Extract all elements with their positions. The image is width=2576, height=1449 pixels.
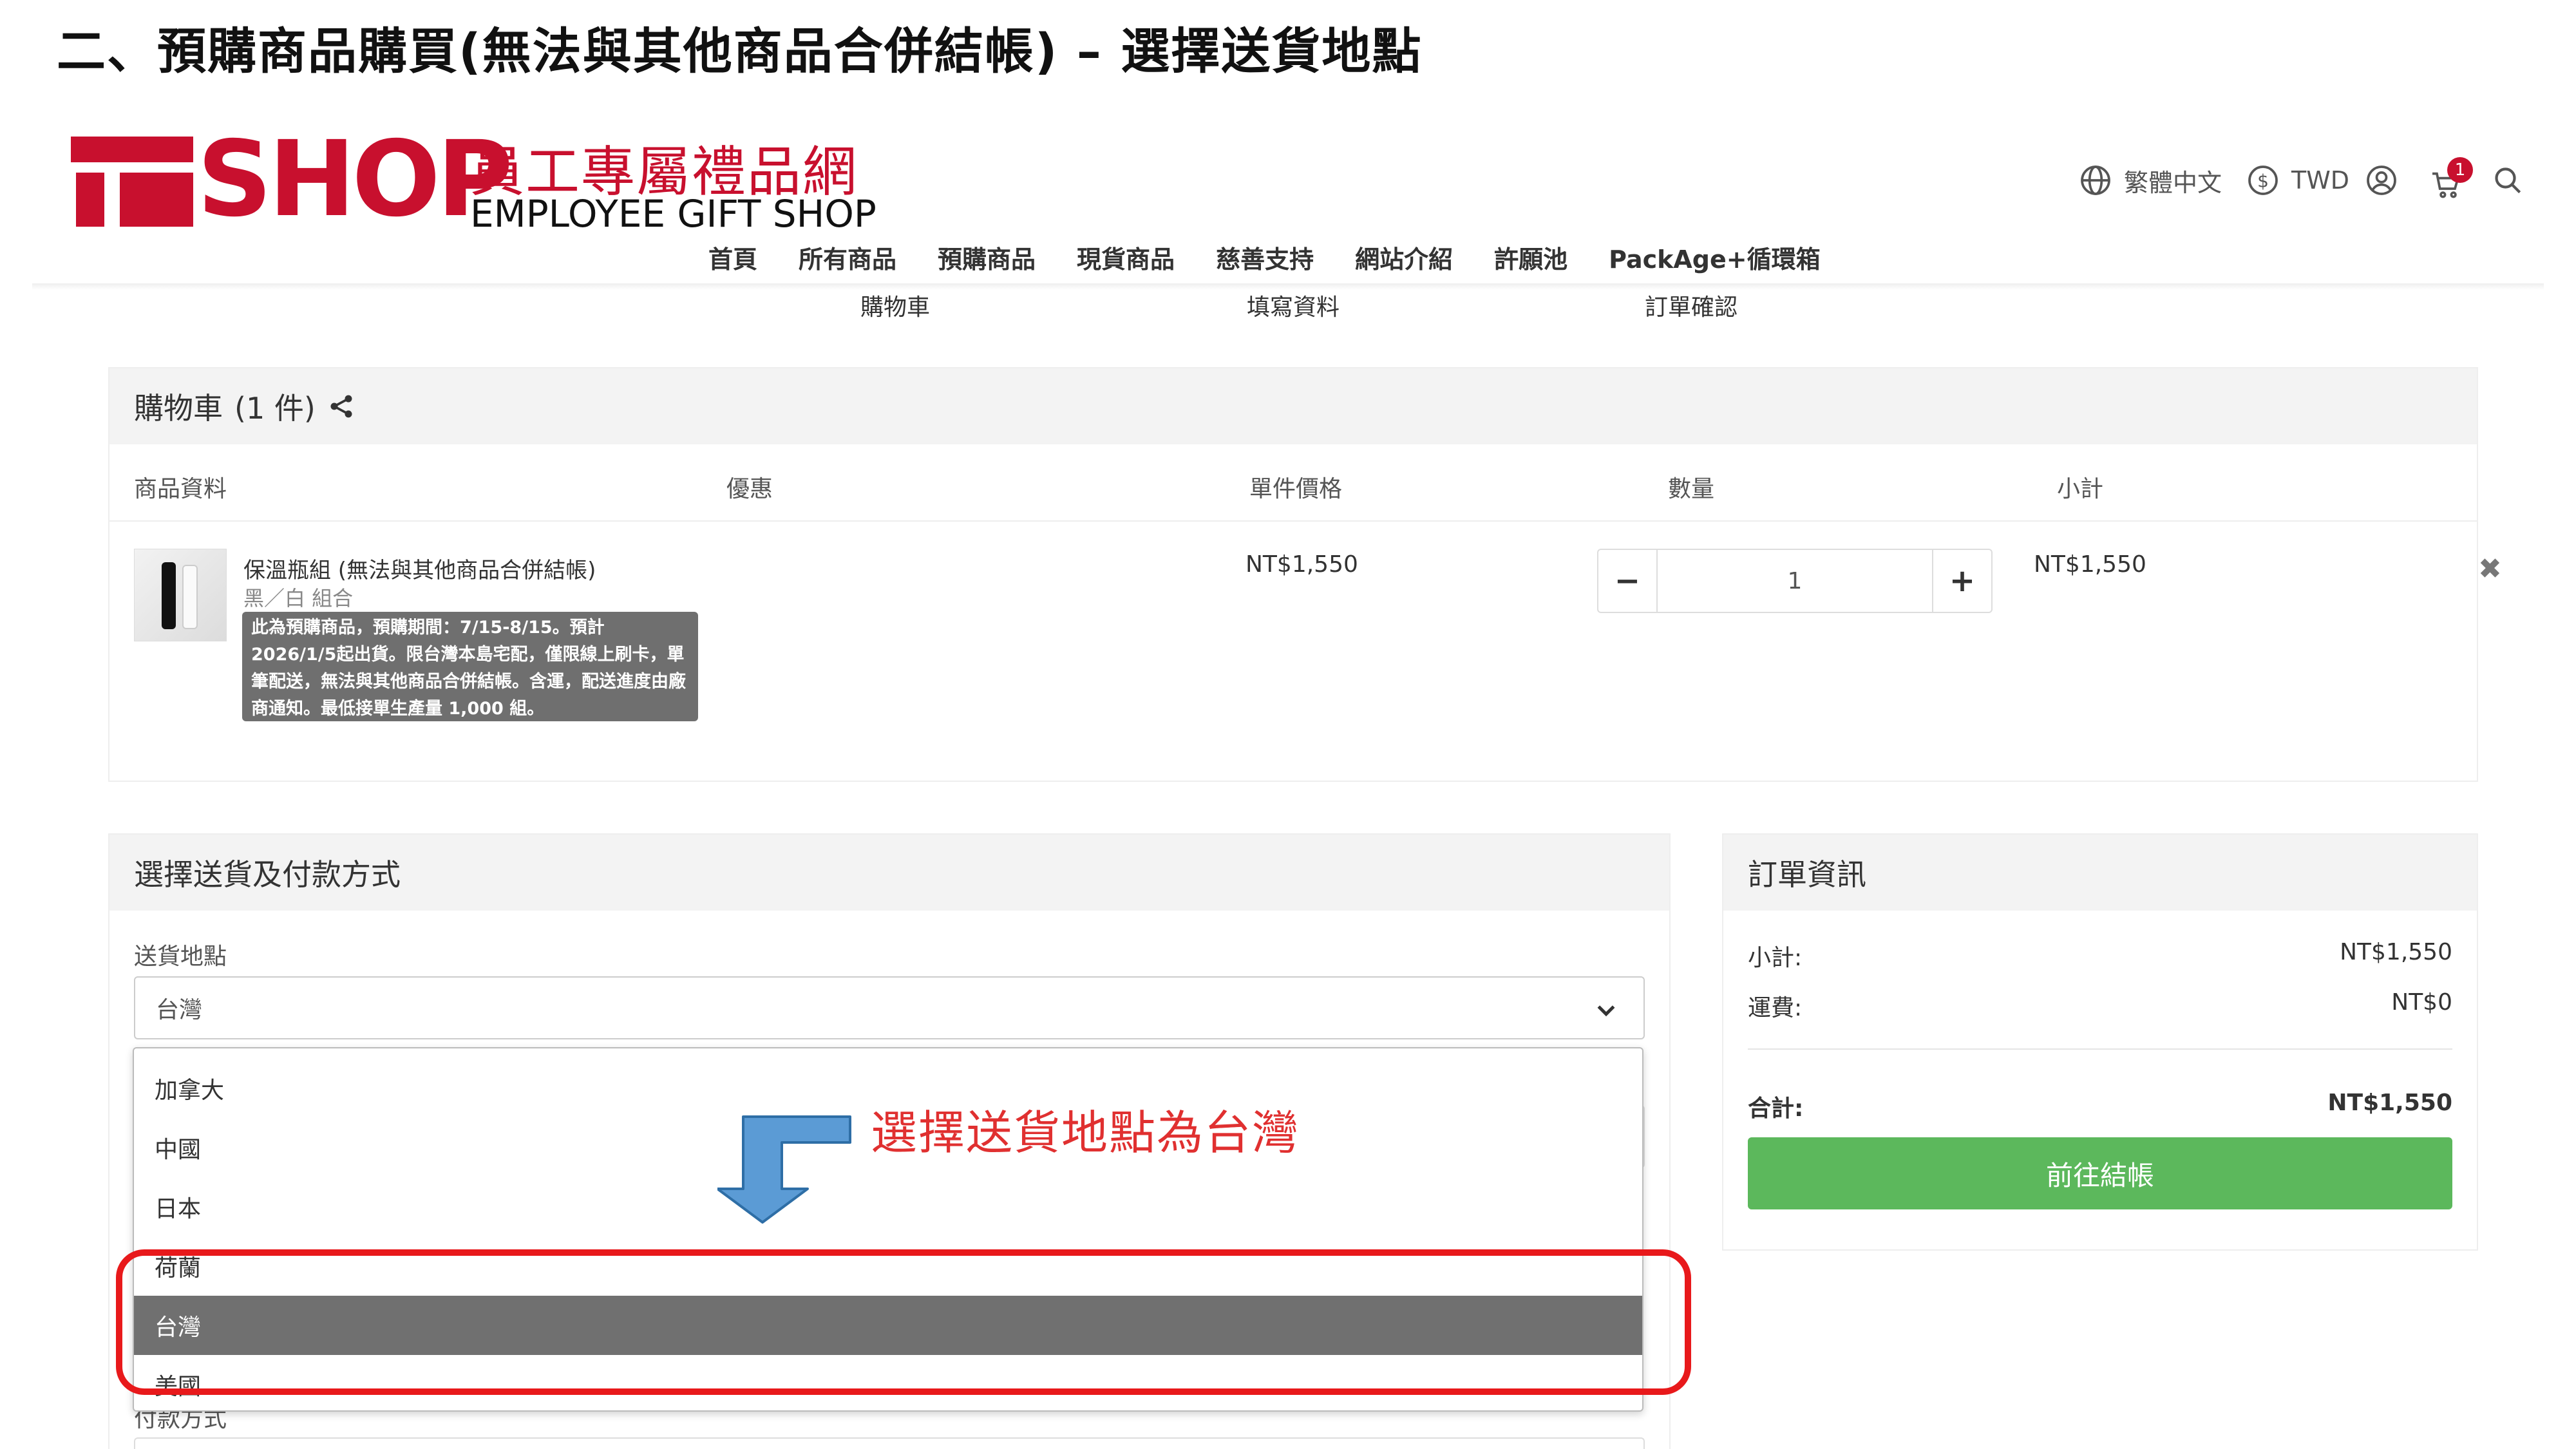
unit-price: NT$1,550: [1245, 551, 1358, 578]
globe-icon: [2081, 166, 2110, 195]
annotation-arrow-icon: [717, 1115, 851, 1224]
currency-label: TWD: [2291, 166, 2350, 194]
quantity-input[interactable]: 1: [1658, 550, 1932, 612]
share-icon[interactable]: [327, 392, 355, 421]
product-name[interactable]: 保溫瓶組 (無法與其他商品合併結帳): [243, 553, 596, 584]
shipping-header: 選擇送貨及付款方式: [109, 835, 1669, 911]
order-subtotal-row: 小計: NT$1,550: [1748, 939, 2452, 971]
payment-method-select[interactable]: [134, 1437, 1645, 1449]
quantity-increase-button[interactable]: +: [1932, 550, 1991, 612]
nav-item-package[interactable]: PackAge+循環箱: [1609, 240, 1821, 276]
order-total-row: 合計: NT$1,550: [1748, 1090, 2452, 1122]
cart-count: (1 件): [234, 391, 316, 426]
item-subtotal: NT$1,550: [2034, 551, 2146, 578]
product-thumbnail[interactable]: [134, 549, 227, 641]
nav-item-all-products[interactable]: 所有商品: [799, 240, 896, 276]
annotation-text: 選擇送貨地點為台灣: [871, 1106, 1300, 1160]
order-shipping-label: 運費:: [1748, 995, 1803, 1021]
cart-header: 購物車 (1 件): [109, 368, 2477, 444]
checkout-button[interactable]: 前往結帳: [1748, 1137, 2452, 1209]
column-subtotal: 小計: [2057, 476, 2104, 502]
main-nav: 首頁 所有商品 預購商品 現貨商品 慈善支持 網站介紹 許願池 PackAge+…: [708, 240, 1821, 276]
search-icon: [2495, 167, 2521, 194]
order-total-value: NT$1,550: [2327, 1090, 2452, 1116]
column-product: 商品資料: [134, 476, 227, 502]
step-cart: 購物車: [860, 294, 931, 321]
logo-mark-icon: [71, 137, 200, 227]
quantity-stepper: − 1 +: [1597, 549, 1993, 613]
quantity-decrease-button[interactable]: −: [1598, 550, 1658, 612]
nav-item-wishlist[interactable]: 許願池: [1494, 240, 1567, 276]
cart-count-badge: 1: [2447, 157, 2473, 183]
order-subtotal-value: NT$1,550: [2340, 939, 2452, 965]
currency-switcher[interactable]: $ TWD: [2245, 155, 2349, 206]
order-subtotal-label: 小計:: [1748, 945, 1803, 971]
cart-button[interactable]: 1: [2428, 155, 2474, 206]
account-button[interactable]: [2363, 155, 2400, 206]
svg-text:$: $: [2257, 171, 2269, 192]
order-shipping-row: 運費: NT$0: [1748, 989, 2452, 1021]
logo-name-en: EMPLOYEE GIFT SHOP: [470, 192, 876, 236]
cart-title: 購物車: [134, 391, 223, 426]
document-title: 二、預購商品購買(無法與其他商品合併結帳) – 選擇送貨地點: [57, 23, 1423, 80]
nav-item-about[interactable]: 網站介紹: [1355, 240, 1453, 276]
order-info-header: 訂單資訊: [1723, 835, 2477, 911]
shipping-location-value: 台灣: [156, 997, 203, 1023]
dollar-circle-icon: $: [2248, 166, 2278, 195]
product-variant: 黑／白 組合: [243, 586, 354, 611]
language-switcher[interactable]: 繁體中文: [2078, 155, 2222, 206]
step-fill-info: 填寫資料: [1247, 294, 1340, 321]
nav-item-in-stock[interactable]: 現貨商品: [1077, 240, 1175, 276]
order-total-label: 合計:: [1748, 1095, 1804, 1122]
nav-item-preorder[interactable]: 預購商品: [938, 240, 1036, 276]
shipping-location-label: 送貨地點: [134, 943, 227, 970]
shipping-location-select[interactable]: 台灣: [134, 976, 1645, 1039]
cart-column-headers: 商品資料 優惠 單件價格 數量 小計: [109, 444, 2477, 522]
cart-item-row: 保溫瓶組 (無法與其他商品合併結帳) 黑／白 組合 此為預購商品，預購期間：7/…: [109, 523, 2502, 781]
preorder-note: 此為預購商品，預購期間：7/15-8/15。預計2026/1/5起出貨。限台灣本…: [242, 612, 698, 721]
column-quantity: 數量: [1668, 476, 1715, 502]
order-info-panel: 訂單資訊 小計: NT$1,550 運費: NT$0 合計: NT$1,550 …: [1722, 833, 2478, 1251]
column-unit-price: 單件價格: [1249, 476, 1343, 502]
site-logo[interactable]: SHOP 員工專屬禮品網 EMPLOYEE GIFT SHOP: [71, 125, 876, 236]
annotation-highlight-box: [116, 1249, 1691, 1395]
remove-item-icon[interactable]: ✖: [2478, 553, 2502, 585]
logo-wordmark: SHOP: [197, 119, 513, 240]
nav-item-home[interactable]: 首頁: [708, 240, 757, 276]
cart-panel: 購物車 (1 件) 商品資料 優惠 單件價格 數量 小計 保溫瓶組 (無法與其他…: [108, 367, 2502, 782]
dropdown-option[interactable]: 日本: [134, 1177, 1642, 1236]
order-shipping-value: NT$0: [2391, 989, 2452, 1016]
search-button[interactable]: [2490, 155, 2526, 206]
column-discount: 優惠: [726, 476, 773, 502]
language-label: 繁體中文: [2124, 168, 2222, 197]
order-divider: [1748, 1048, 2452, 1050]
chevron-down-icon: [1597, 1005, 1615, 1017]
step-confirm: 訂單確認: [1645, 294, 1738, 321]
user-icon: [2367, 166, 2396, 195]
nav-item-charity[interactable]: 慈善支持: [1216, 240, 1314, 276]
